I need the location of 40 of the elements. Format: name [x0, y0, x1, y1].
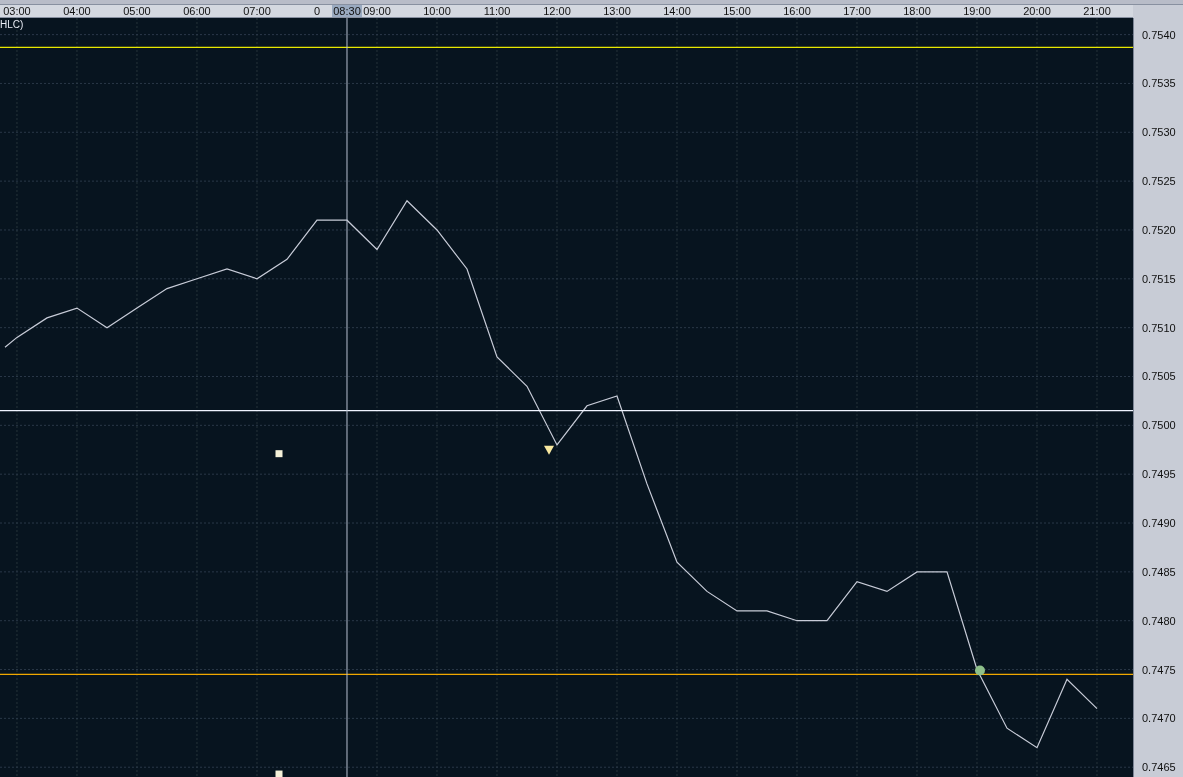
- time-tick-label: 04:00: [63, 5, 91, 17]
- crosshair-time-label: 08:30: [332, 5, 362, 17]
- time-tick-label: 18:00: [903, 5, 931, 17]
- price-tick-label: 0.7515: [1142, 272, 1176, 285]
- time-tick-label: 14:00: [663, 5, 691, 17]
- time-tick-label: 12:00: [543, 5, 571, 17]
- price-tick-label: 0.7495: [1142, 468, 1176, 481]
- price-tick-label: 0.7490: [1142, 517, 1176, 529]
- triangle-marker: [544, 445, 554, 455]
- square-marker: [275, 450, 283, 458]
- price-tick-label: 0.7540: [1142, 28, 1176, 41]
- time-tick-label: 20:00: [1023, 5, 1051, 17]
- price-tick-label: 0.7500: [1142, 419, 1176, 432]
- price-tick-label: 0.7520: [1142, 223, 1176, 236]
- time-tick-label: 07:00: [243, 5, 271, 17]
- time-tick-label: 0: [313, 5, 321, 17]
- series-label: HLC): [0, 19, 24, 30]
- price-tick-label: 0.7475: [1142, 663, 1176, 676]
- price-tick-label: 0.7510: [1142, 321, 1176, 334]
- circle-marker: [975, 665, 985, 676]
- time-tick-label: 13:00: [603, 5, 631, 17]
- price-tick-label: 0.7470: [1142, 712, 1176, 725]
- time-tick-label: 06:00: [183, 5, 211, 17]
- time-tick-label: 05:00: [123, 5, 151, 17]
- price-tick-label: 0.7535: [1142, 77, 1176, 90]
- time-tick-label: 19:00: [963, 5, 991, 17]
- price-tick-label: 0.7530: [1142, 126, 1176, 139]
- time-tick-label: 15:00: [723, 5, 751, 17]
- time-tick-label: 11:00: [483, 5, 511, 17]
- price-tick-label: 0.7465: [1142, 761, 1176, 774]
- price-tick-label: 0.7505: [1142, 370, 1176, 383]
- time-tick-label: 03:00: [3, 5, 31, 17]
- price-tick-label: 0.7480: [1142, 614, 1176, 627]
- time-tick-label: 10:00: [423, 5, 451, 17]
- time-tick-label: 09:00: [363, 5, 391, 17]
- time-tick-label: 17:00: [843, 5, 871, 17]
- price-tick-label: 0.7485: [1142, 565, 1176, 578]
- price-tick-label: 0.7525: [1142, 175, 1176, 188]
- time-tick-label: 16:00: [783, 5, 811, 17]
- time-tick-label: 21:00: [1083, 5, 1111, 17]
